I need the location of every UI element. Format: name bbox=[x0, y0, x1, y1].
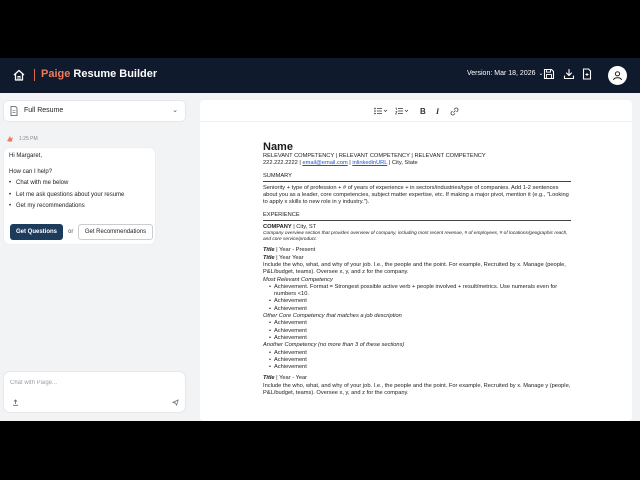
link-icon bbox=[450, 107, 459, 115]
chevron-down-icon: ⌄ bbox=[172, 107, 178, 114]
list-item: Achievement. Format = Strongest possible… bbox=[269, 284, 571, 299]
chat-sidebar: Full Resume ⌄ 1:25 PM Hi Margaret, How c… bbox=[0, 93, 195, 421]
linkedin-link[interactable]: inlinkedinURL bbox=[352, 160, 387, 166]
version-value: Mar 18, 2026 bbox=[494, 70, 536, 77]
list-item: Achievement bbox=[269, 328, 571, 336]
send-icon[interactable] bbox=[172, 399, 179, 406]
save-icon[interactable] bbox=[543, 68, 555, 80]
achievement-list: Achievement. Format = Strongest possible… bbox=[263, 284, 571, 313]
or-label: or bbox=[68, 229, 74, 235]
chat-composer bbox=[4, 372, 185, 412]
resume-selector-label: Full Resume bbox=[24, 107, 64, 114]
numbered-list-button[interactable] bbox=[395, 106, 409, 116]
job-title-line: Title | Year - Present bbox=[263, 247, 316, 254]
competency-heading: Other Core Competency that matches a job… bbox=[263, 313, 402, 320]
bullet-list-button[interactable] bbox=[374, 106, 388, 116]
list-item: Achievement bbox=[269, 320, 571, 328]
get-questions-button[interactable]: Get Questions bbox=[10, 224, 63, 240]
bullet-list-icon bbox=[374, 107, 388, 115]
message-greeting: Hi Margaret, bbox=[9, 153, 43, 159]
document-icon bbox=[10, 106, 18, 116]
role-description: Include the who, what, and why of your j… bbox=[263, 261, 566, 276]
message-timestamp: 1:25 PM bbox=[19, 136, 38, 142]
message-help: How can I help? bbox=[9, 169, 53, 175]
list-item: Let me ask questions about your resume bbox=[9, 192, 124, 204]
job-title-line: Title | Year - Year bbox=[263, 375, 308, 382]
link-button[interactable] bbox=[450, 106, 459, 116]
resume-competencies: RELEVANT COMPETENCY | RELEVANT COMPETENC… bbox=[263, 153, 486, 159]
summary-text: Seniority + type of profession + # of ye… bbox=[263, 184, 569, 206]
bold-button[interactable]: B bbox=[420, 106, 426, 116]
upload-icon[interactable] bbox=[12, 399, 19, 406]
version-selector[interactable]: Version: Mar 18, 2026 ⌄ bbox=[467, 70, 544, 77]
header-divider bbox=[34, 69, 35, 81]
competency-heading: Most Relevant Competency bbox=[263, 276, 333, 283]
italic-icon: I bbox=[436, 106, 440, 116]
app-title: Paige Resume Builder bbox=[41, 68, 158, 80]
achievement-list: Achievement Achievement Achievement bbox=[263, 320, 571, 342]
list-item: Achievement bbox=[269, 335, 571, 343]
role-description: Include the who, what, and why of your j… bbox=[263, 382, 571, 397]
version-label: Version: bbox=[467, 70, 493, 77]
company-description: Company overview section that provides o… bbox=[263, 231, 568, 243]
list-item: Achievement bbox=[269, 350, 571, 358]
paige-bot-icon bbox=[7, 136, 13, 142]
option-list: Chat with me below Let me ask questions … bbox=[9, 180, 124, 215]
user-icon bbox=[613, 71, 622, 81]
list-item: Achievement bbox=[269, 306, 571, 314]
summary-heading: SUMMARY bbox=[263, 173, 571, 182]
numbered-list-icon bbox=[395, 107, 409, 115]
chat-input[interactable] bbox=[10, 378, 170, 388]
job-title-line: Title | Year Year bbox=[263, 254, 304, 261]
achievement-list: Achievement Achievement Achievement bbox=[263, 350, 571, 372]
list-item: Achievement bbox=[269, 298, 571, 306]
user-avatar[interactable] bbox=[608, 66, 627, 85]
experience-heading: EXPERIENCE bbox=[263, 212, 571, 222]
format-toolbar: B I bbox=[200, 100, 632, 122]
resume-contact: 222.222.2222 | email@email.com | inlinke… bbox=[263, 160, 418, 167]
bold-icon: B bbox=[420, 106, 426, 116]
download-icon[interactable] bbox=[563, 68, 575, 80]
resume-document[interactable]: Name RELEVANT COMPETENCY | RELEVANT COMP… bbox=[263, 141, 571, 397]
competency-heading: Another Competency (no more than 3 of th… bbox=[263, 342, 405, 349]
home-icon[interactable] bbox=[12, 68, 26, 82]
resume-editor: B I Name RELEVANT COMPETENCY | RELEVANT … bbox=[200, 100, 632, 421]
app-window: Paige Resume Builder Version: Mar 18, 20… bbox=[0, 58, 640, 421]
export-icon[interactable] bbox=[581, 68, 593, 80]
italic-button[interactable]: I bbox=[436, 106, 439, 116]
top-bar: Paige Resume Builder Version: Mar 18, 20… bbox=[0, 58, 640, 93]
resume-selector[interactable]: Full Resume ⌄ bbox=[4, 101, 185, 121]
assistant-message: Hi Margaret, How can I help? Chat with m… bbox=[4, 148, 155, 244]
list-item: Achievement bbox=[269, 357, 571, 365]
list-item: Get my recommendations bbox=[9, 203, 124, 215]
email-link[interactable]: email@email.com bbox=[302, 160, 347, 166]
get-recommendations-button[interactable]: Get Recommendations bbox=[78, 224, 153, 240]
resume-name: Name bbox=[263, 141, 293, 153]
list-item: Chat with me below bbox=[9, 180, 124, 192]
list-item: Achievement bbox=[269, 364, 571, 372]
